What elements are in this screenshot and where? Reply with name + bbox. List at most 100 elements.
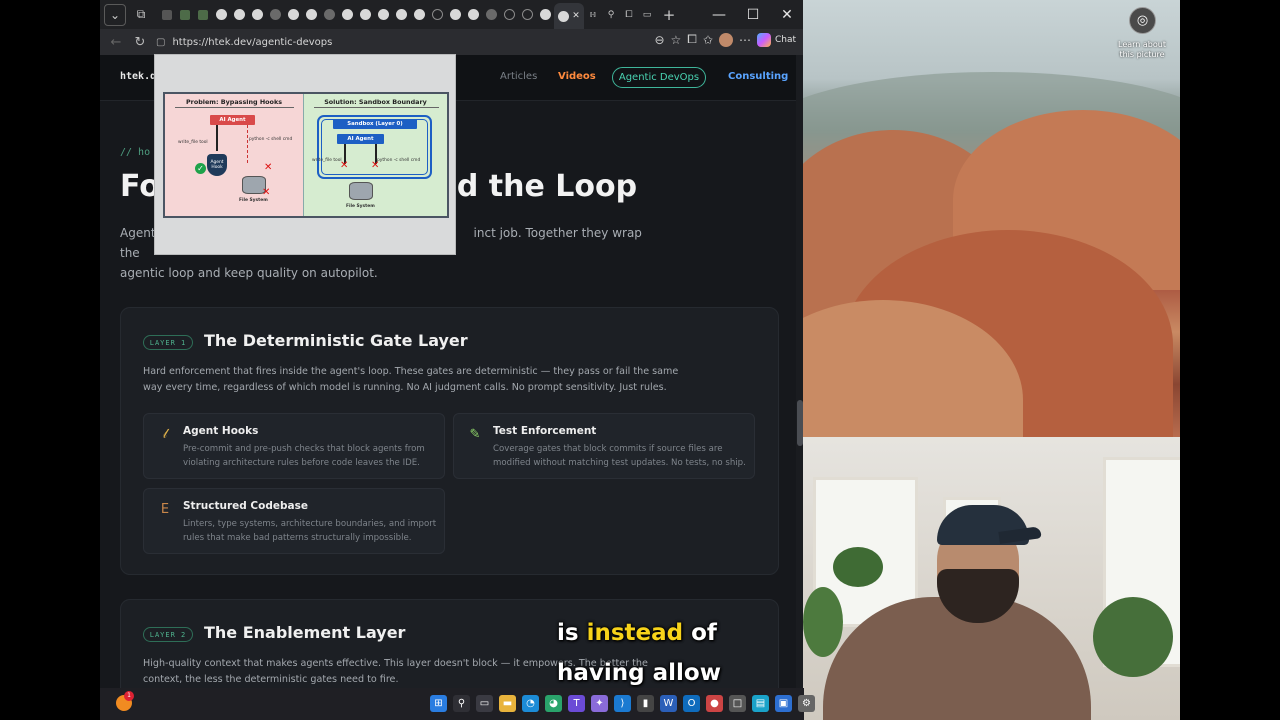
browser-tab[interactable] bbox=[410, 4, 428, 26]
webcam-feed bbox=[803, 437, 1180, 720]
github-icon bbox=[413, 9, 425, 20]
test-tube-icon: ✎ bbox=[469, 427, 481, 442]
browser-tab[interactable] bbox=[248, 4, 266, 26]
minimize-button[interactable]: — bbox=[702, 0, 736, 29]
browser-tab[interactable] bbox=[428, 4, 446, 26]
outlook-icon[interactable]: O bbox=[683, 695, 700, 712]
site-logo[interactable]: htek.d bbox=[120, 71, 156, 82]
back-button[interactable]: ← bbox=[104, 30, 128, 54]
app-icon[interactable]: □ bbox=[729, 695, 746, 712]
file-system-label: File System bbox=[239, 198, 268, 203]
github-icon bbox=[305, 9, 317, 20]
github-icon bbox=[323, 9, 335, 20]
browser-tab[interactable] bbox=[320, 4, 338, 26]
layer-1-title: The Deterministic Gate Layer bbox=[204, 331, 468, 350]
tab-list-button[interactable]: ⌄ bbox=[104, 3, 126, 26]
new-tab-button[interactable]: + bbox=[656, 4, 682, 26]
edge-beta-icon[interactable]: ◕ bbox=[545, 695, 562, 712]
settings-icon[interactable]: ⚙ bbox=[798, 695, 815, 712]
vscode-icon[interactable]: ⟩ bbox=[614, 695, 631, 712]
browser-tab[interactable] bbox=[266, 4, 284, 26]
puzzle-icon: ⧠ bbox=[625, 9, 633, 20]
store-icon[interactable]: ▣ bbox=[775, 695, 792, 712]
globe-icon bbox=[431, 9, 443, 20]
caption-pre: is bbox=[557, 620, 587, 646]
favorite-star-icon[interactable]: ☆ bbox=[671, 33, 682, 47]
feature-structured-codebase[interactable]: E Structured Codebase Linters, type syst… bbox=[143, 488, 445, 554]
browser-tab[interactable] bbox=[158, 4, 176, 26]
nav-videos[interactable]: Videos bbox=[558, 71, 596, 82]
feature-agent-hooks[interactable]: 𝓁 Agent Hooks Pre-commit and pre-push ch… bbox=[143, 413, 445, 479]
nav-consulting[interactable]: Consulting bbox=[728, 71, 788, 82]
active-tab[interactable]: ✕ bbox=[554, 3, 584, 29]
site-favicon-icon bbox=[198, 9, 208, 20]
extensions-icon[interactable]: ⧠ bbox=[687, 32, 697, 47]
blocked-x-icon: ✕ bbox=[264, 162, 273, 173]
browser-tab[interactable] bbox=[338, 4, 356, 26]
browser-tab[interactable] bbox=[284, 4, 302, 26]
edge-icon[interactable]: ◔ bbox=[522, 695, 539, 712]
close-tab-icon[interactable]: ✕ bbox=[572, 11, 580, 21]
task-view-icon[interactable]: ▭ bbox=[476, 695, 493, 712]
nav-agentic-devops[interactable]: Agentic DevOps bbox=[612, 67, 706, 88]
photos-icon[interactable]: ▤ bbox=[752, 695, 769, 712]
bypass-arrow bbox=[247, 125, 248, 163]
structure-icon: E bbox=[160, 502, 170, 517]
site-info-icon[interactable]: ▢ bbox=[156, 37, 165, 48]
diagram-divider bbox=[175, 107, 294, 108]
tab-search[interactable]: ⚲ bbox=[602, 4, 620, 26]
browser-tab[interactable] bbox=[464, 4, 482, 26]
copilot-icon bbox=[756, 32, 771, 47]
reader-icon[interactable]: ⊖ bbox=[654, 33, 664, 47]
recorder-icon[interactable]: ● bbox=[706, 695, 723, 712]
hero-tag: // ho bbox=[120, 147, 151, 158]
plant bbox=[1093, 597, 1173, 677]
browser-tab[interactable] bbox=[194, 4, 212, 26]
tab-media[interactable]: ▭ bbox=[638, 4, 656, 26]
tab-bar: ⌄ ⧉ ✕ ℍ ⚲ ⧠ ▭ + — ☐ ✕ bbox=[100, 0, 804, 29]
close-window-button[interactable]: ✕ bbox=[770, 0, 804, 29]
file-explorer-icon[interactable]: ▬ bbox=[499, 695, 516, 712]
learn-about-picture-button[interactable]: ◎ bbox=[1129, 7, 1156, 34]
word-icon[interactable]: W bbox=[660, 695, 677, 712]
favorites-icon[interactable]: ✩ bbox=[703, 33, 713, 47]
browser-tab[interactable] bbox=[212, 4, 230, 26]
browser-tab[interactable] bbox=[230, 4, 248, 26]
browser-tab[interactable] bbox=[446, 4, 464, 26]
browser-tab[interactable] bbox=[482, 4, 500, 26]
browser-tab[interactable] bbox=[500, 4, 518, 26]
search-icon[interactable]: ⚲ bbox=[453, 695, 470, 712]
tab-htek[interactable]: ℍ bbox=[584, 4, 602, 26]
learn-about-picture-label[interactable]: Learn about this picture bbox=[1112, 40, 1172, 60]
tab-extensions[interactable]: ⧠ bbox=[620, 4, 638, 26]
browser-tab[interactable] bbox=[302, 4, 320, 26]
browser-tab[interactable] bbox=[518, 4, 536, 26]
teams-icon[interactable]: T bbox=[568, 695, 585, 712]
database-icon bbox=[349, 182, 373, 200]
workspaces-button[interactable]: ⧉ bbox=[130, 4, 152, 26]
diagram-problem-panel: Problem: Bypassing Hooks AI Agent write_… bbox=[165, 94, 304, 216]
browser-tab[interactable] bbox=[392, 4, 410, 26]
ai-agent-box: AI Agent bbox=[337, 134, 384, 144]
nav-articles[interactable]: Articles bbox=[500, 71, 537, 82]
maximize-button[interactable]: ☐ bbox=[736, 0, 770, 29]
profile-avatar[interactable] bbox=[718, 32, 733, 47]
refresh-button[interactable]: ↻ bbox=[128, 30, 152, 54]
window-controls: — ☐ ✕ bbox=[702, 0, 804, 29]
hook-icon: 𝓁 bbox=[162, 427, 168, 442]
address-bar[interactable]: ▢ https://htek.dev/agentic-devops bbox=[156, 32, 626, 52]
write-file-label: write_file tool bbox=[178, 140, 208, 145]
more-menu-icon[interactable]: ⋯ bbox=[739, 33, 751, 47]
hero-sub-left: Agent bbox=[120, 226, 156, 240]
browser-tab[interactable] bbox=[176, 4, 194, 26]
browser-tab[interactable] bbox=[536, 4, 554, 26]
terminal-icon[interactable]: ▮ bbox=[637, 695, 654, 712]
copilot-chat-button[interactable]: Chat bbox=[756, 32, 796, 47]
browser-tab[interactable] bbox=[356, 4, 374, 26]
windows-start-icon[interactable]: ⊞ bbox=[430, 695, 447, 712]
caption-line-2: having allow bbox=[557, 660, 721, 686]
github-icon bbox=[269, 9, 281, 20]
feature-test-enforcement[interactable]: ✎ Test Enforcement Coverage gates that b… bbox=[453, 413, 755, 479]
browser-tab[interactable] bbox=[374, 4, 392, 26]
copilot-app-icon[interactable]: ✦ bbox=[591, 695, 608, 712]
